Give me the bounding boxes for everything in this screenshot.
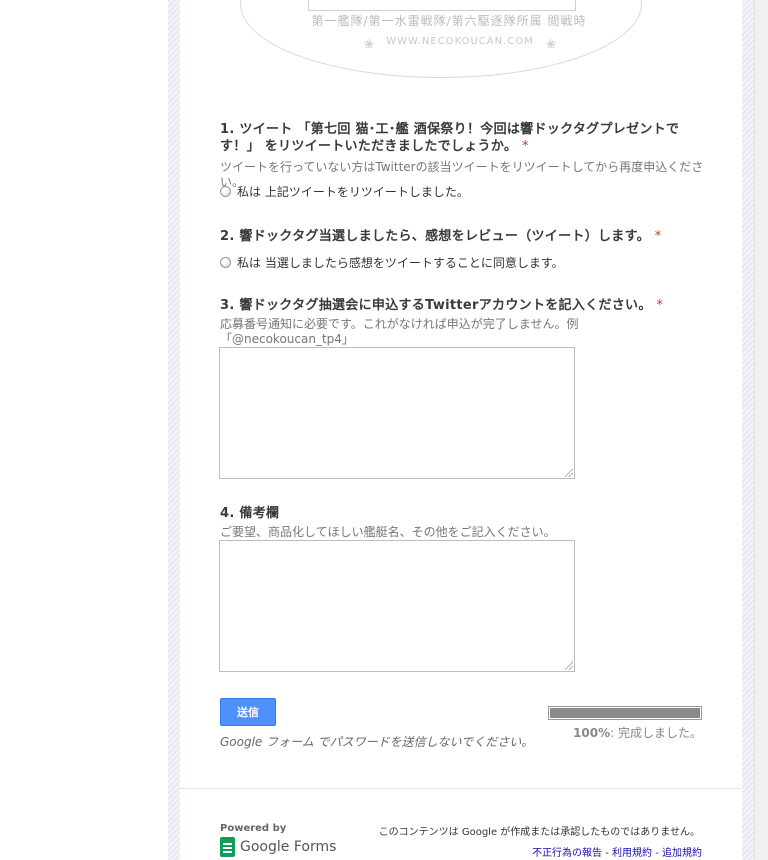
progress-bar bbox=[548, 706, 702, 720]
required-mark: * bbox=[522, 139, 529, 154]
header-url: WWW.NECOKOUCAN.COM bbox=[386, 36, 534, 47]
footer-links: 不正行為の報告 - 利用規約 - 追加規約 bbox=[532, 848, 702, 859]
google-forms-icon bbox=[220, 837, 235, 857]
footer-disclaimer: このコンテンツは Google が作成または承認したものではありません。 bbox=[378, 827, 700, 838]
question-3-title: 3. 響ドックタグ抽選会に申込するTwitterアカウントを記入ください。 * bbox=[220, 298, 664, 313]
question-3-help: 応募番号通知に必要です。これがなければ申込が完了しません。例「@necokouc… bbox=[220, 317, 579, 346]
google-forms-brand: Google Forms bbox=[240, 839, 337, 855]
footer-divider bbox=[180, 788, 742, 789]
additional-terms-link[interactable]: 追加規約 bbox=[662, 848, 702, 859]
question-1-title: 1. ツイート 「第七回 猫･工･艦 酒保祭り！今回は響ドックタグプレゼントです… bbox=[220, 122, 680, 154]
google-forms-logo[interactable]: Google Forms bbox=[220, 837, 336, 857]
terms-link[interactable]: 利用規約 bbox=[612, 848, 652, 859]
radio-button[interactable] bbox=[220, 186, 231, 197]
required-mark: * bbox=[654, 229, 662, 244]
report-abuse-link[interactable]: 不正行為の報告 bbox=[532, 848, 602, 859]
question-2-title: 2. 響ドックタグ当選しましたら、感想をレビュー（ツイート）します。 * bbox=[220, 229, 662, 244]
option-label: 私は 上記ツイートをリツイートしました。 bbox=[237, 185, 469, 199]
progress-text: 100%: 完成しました。 bbox=[573, 726, 702, 740]
powered-by: Powered by bbox=[220, 823, 287, 834]
resize-grip-icon[interactable] bbox=[565, 662, 573, 670]
question-4-help: ご要望、商品化してほしい艦艇名、その他をご記入ください。 bbox=[220, 525, 556, 539]
option-label: 私は 当選しましたら感想をツイートすることに同意します。 bbox=[237, 256, 564, 270]
header-image: 第一艦隊/第一水雷戦隊/第六駆逐隊所属 閲戦時 ❀ WWW.NECOKOUCAN… bbox=[240, 0, 642, 78]
header-caption: 第一艦隊/第一水雷戦隊/第六駆逐隊所属 閲戦時 bbox=[311, 14, 587, 28]
resize-grip-icon[interactable] bbox=[565, 469, 573, 477]
question-4-title: 4. 備考欄 bbox=[220, 506, 280, 521]
question-2-option[interactable]: 私は 当選しましたら感想をツイートすることに同意します。 bbox=[220, 254, 564, 271]
page-background bbox=[0, 0, 168, 860]
progress-fill bbox=[550, 708, 700, 718]
scrollbar-track[interactable] bbox=[754, 0, 768, 860]
password-warning: Google フォーム でパスワードを送信しないでください。 bbox=[220, 735, 534, 749]
form-frame-right bbox=[742, 0, 754, 860]
submit-button[interactable]: 送信 bbox=[220, 698, 276, 726]
remarks-textarea[interactable] bbox=[219, 540, 575, 672]
flower-icon: ❀ bbox=[546, 37, 557, 51]
question-1-option[interactable]: 私は 上記ツイートをリツイートしました。 bbox=[220, 183, 469, 200]
twitter-account-textarea[interactable] bbox=[219, 347, 575, 479]
radio-button[interactable] bbox=[220, 257, 231, 268]
required-mark: * bbox=[656, 298, 664, 313]
form-frame-left bbox=[168, 0, 180, 860]
header-banner bbox=[308, 0, 576, 11]
